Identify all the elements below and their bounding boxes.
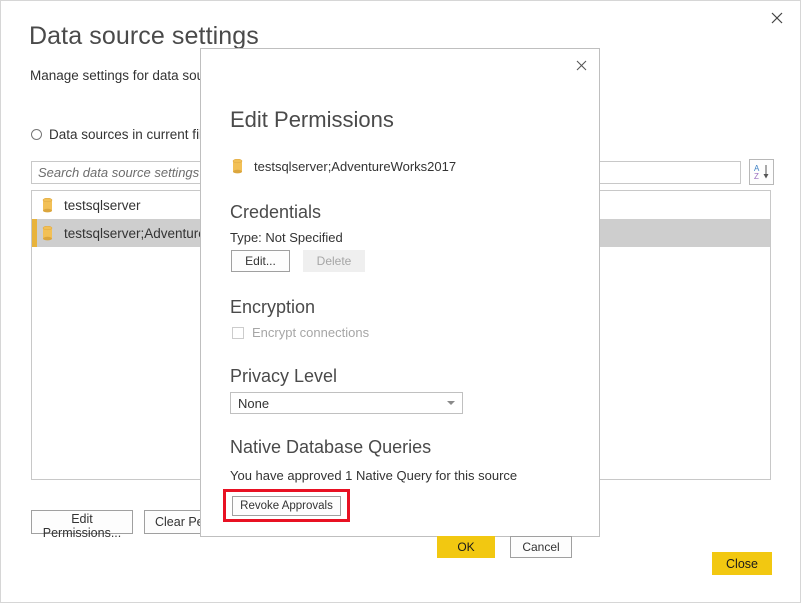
native-queries-heading: Native Database Queries bbox=[230, 437, 432, 457]
close-button[interactable]: Close bbox=[712, 552, 772, 575]
encryption-heading: Encryption bbox=[230, 297, 316, 317]
edit-permissions-dialog: Edit Permissions testsqlserver;Adventure… bbox=[200, 48, 600, 558]
edit-permissions-button[interactable]: Edit Permissions... bbox=[31, 510, 133, 540]
native-queries-status-text: You have approved 1 Native Query for thi… bbox=[230, 468, 518, 483]
close-icon bbox=[576, 60, 586, 70]
list-item-label: testsqlserver bbox=[64, 197, 141, 213]
encrypt-connections-label: Encrypt connections bbox=[252, 325, 370, 340]
close-icon bbox=[771, 12, 783, 24]
radio-indicator bbox=[31, 129, 42, 140]
revoke-approvals-button[interactable]: Revoke Approvals bbox=[232, 496, 341, 516]
dialog-source-label: testsqlserver;AdventureWorks2017 bbox=[254, 159, 457, 174]
privacy-level-heading: Privacy Level bbox=[230, 366, 338, 386]
database-icon bbox=[42, 197, 53, 213]
checkbox-indicator bbox=[232, 326, 244, 339]
sort-az-descending-icon: A Z bbox=[754, 164, 769, 181]
svg-text:Z: Z bbox=[754, 172, 759, 181]
database-icon bbox=[232, 158, 243, 174]
credentials-edit-button[interactable]: Edit... bbox=[231, 250, 290, 272]
privacy-level-select[interactable]: None bbox=[230, 392, 463, 414]
ok-button[interactable]: OK bbox=[437, 536, 495, 558]
database-icon bbox=[42, 225, 53, 241]
cancel-button[interactable]: Cancel bbox=[510, 536, 572, 558]
credentials-delete-button: Delete bbox=[303, 250, 365, 272]
window-close-button[interactable] bbox=[758, 3, 796, 33]
privacy-level-value: None bbox=[238, 395, 270, 411]
encrypt-connections-checkbox: Encrypt connections bbox=[232, 325, 369, 340]
credentials-type-text: Type: Not Specified bbox=[230, 230, 343, 245]
dialog-close-button[interactable] bbox=[565, 51, 597, 79]
dialog-source-row: testsqlserver;AdventureWorks2017 bbox=[232, 158, 457, 174]
dialog-title: Edit Permissions bbox=[230, 107, 394, 132]
scope-radio-current-file[interactable]: Data sources in current file bbox=[31, 127, 210, 142]
scope-radio-label: Data sources in current file bbox=[49, 127, 210, 142]
sort-button[interactable]: A Z bbox=[749, 159, 774, 185]
page-title: Data source settings bbox=[29, 22, 259, 50]
chevron-down-icon bbox=[447, 401, 455, 405]
credentials-heading: Credentials bbox=[230, 202, 322, 222]
